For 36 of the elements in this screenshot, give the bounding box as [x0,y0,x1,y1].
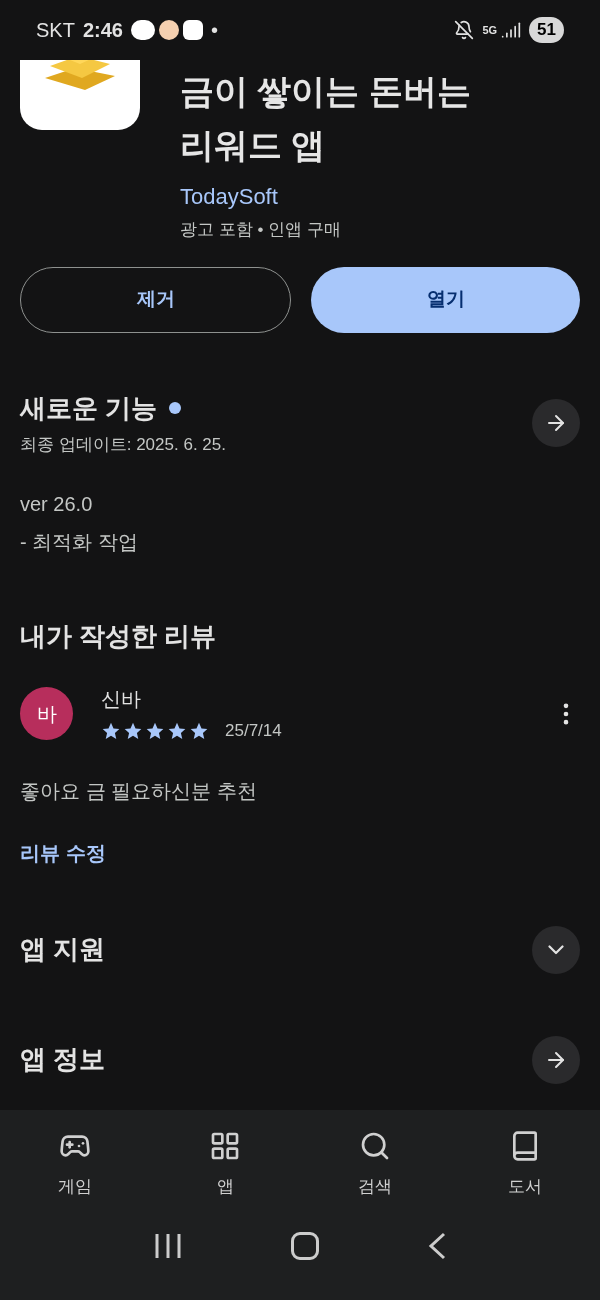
release-note: ver 26.0 [20,492,94,517]
update-date: 최종 업데이트: 2025. 6. 25. [20,433,227,456]
notification-dot: • [210,18,218,43]
nav-tab[interactable]: 앱 [150,1130,300,1200]
app-title: 금이 쌓이는 돈버는 [180,71,471,112]
arrow-button[interactable] [532,1035,580,1084]
reviewer-name: 신바 [101,687,142,712]
search-icon [359,1130,391,1162]
carrier: SKT [36,18,75,43]
app-title: 리워드 앱 [180,125,327,166]
avatar: 바 [20,687,73,741]
edit-review-link[interactable]: 리뷰 수정 [20,837,106,868]
arrow-button[interactable] [532,398,580,447]
chevron-down-icon [548,944,564,955]
nav-tab[interactable]: 검색 [300,1130,450,1200]
home-icon[interactable] [291,1231,319,1260]
section-title: 새로운 기능 [20,391,158,425]
release-note: - 최적화 작업 [20,530,139,555]
network-label: 5G [482,22,498,38]
battery-badge: 51 [529,17,564,43]
developer-link[interactable]: TodaySoft [180,180,471,213]
recent-apps-icon[interactable] [154,1232,183,1259]
open-button[interactable]: 열기 [311,266,580,333]
review-date: 25/7/14 [225,720,282,742]
app-info: 광고 포함 • 인앱 구매 [180,219,342,241]
section-title: 내가 작성한 리뷰 [19,620,218,653]
grid-icon [209,1130,241,1162]
back-icon[interactable] [427,1231,446,1260]
review-text: 좋아요 금 필요하신분 추천 [19,778,258,804]
clock: 2:46 [82,18,123,43]
nav-tab[interactable]: 도서 [450,1130,600,1200]
section-title: 앱 지원 [20,933,107,966]
signal-icon [501,20,522,40]
nav-tab[interactable]: 게임 [0,1130,150,1200]
mute-icon [454,20,475,40]
section-title: 앱 정보 [20,1043,107,1076]
